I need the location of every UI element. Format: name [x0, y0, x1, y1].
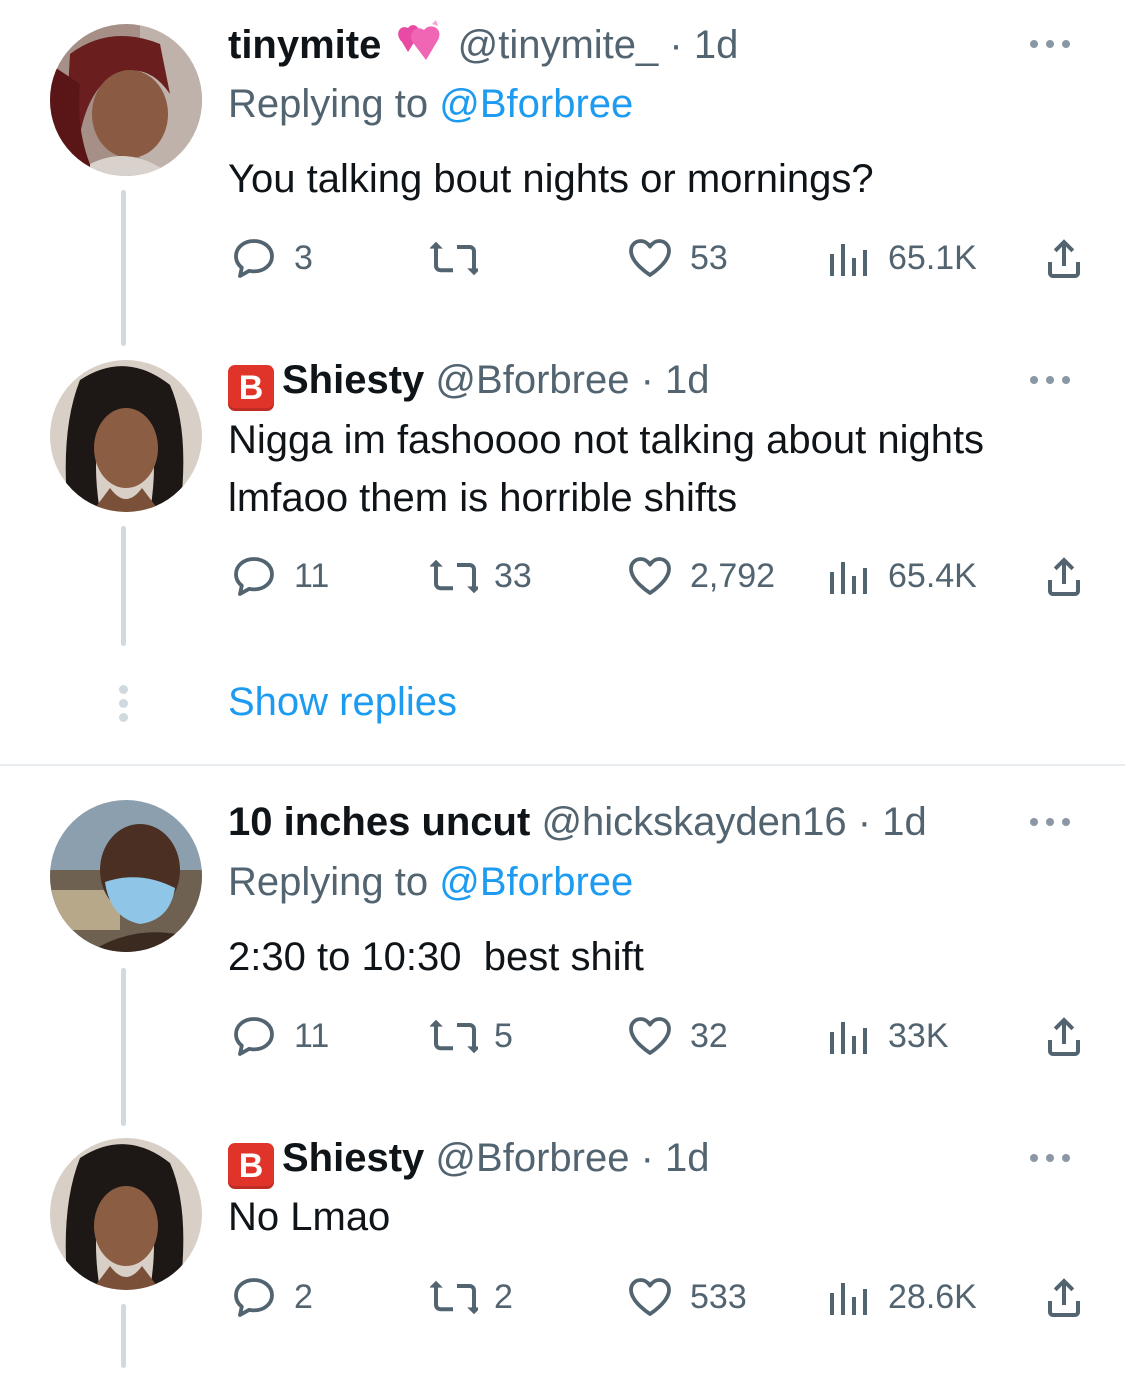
reply-icon: [234, 557, 274, 596]
share-button[interactable]: [1040, 1011, 1104, 1061]
more-options-icon[interactable]: [1030, 1151, 1074, 1163]
retweet-button[interactable]: 5: [430, 1011, 513, 1061]
retweet-count: 33: [494, 556, 532, 595]
divider: [0, 764, 1125, 766]
avatar[interactable]: [50, 360, 202, 512]
tweet-actions: 2 2 533 28.6K: [0, 1272, 1125, 1322]
heart-icon: [629, 557, 671, 595]
analytics-icon: [830, 1022, 867, 1054]
mention-link[interactable]: @Bforbree: [439, 82, 633, 126]
heart-icon: [629, 1278, 671, 1316]
analytics-icon: [830, 244, 867, 276]
retweet-icon: [430, 559, 478, 594]
reply-icon: [234, 1017, 274, 1056]
views-button[interactable]: 65.1K: [824, 233, 977, 283]
like-button[interactable]: 32: [626, 1011, 728, 1061]
views-button[interactable]: 65.4K: [824, 551, 977, 601]
tweet-text: No Lmao: [228, 1195, 391, 1239]
tweet-header: B Shiesty @Bforbree · 1d: [228, 1134, 710, 1189]
share-icon: [1048, 239, 1080, 278]
username[interactable]: @hickskayden16: [541, 800, 846, 844]
retweet-button[interactable]: [430, 233, 494, 283]
heart-emoji-icon: [392, 20, 446, 75]
heart-icon: [629, 1017, 671, 1055]
more-options-icon[interactable]: [1030, 373, 1074, 385]
tweet-text: You talking bout nights or mornings?: [228, 157, 874, 201]
b-badge-icon: B: [228, 1143, 274, 1189]
show-replies-link[interactable]: Show replies: [228, 680, 457, 725]
reply-button[interactable]: 3: [230, 233, 313, 283]
share-icon: [1048, 1017, 1080, 1056]
avatar[interactable]: [50, 24, 202, 176]
timestamp[interactable]: · 1d: [641, 1136, 710, 1180]
username[interactable]: @Bforbree: [435, 358, 629, 402]
username[interactable]: @tinymite_: [458, 23, 659, 67]
display-name[interactable]: tinymite: [228, 23, 381, 67]
mention-link[interactable]: @Bforbree: [439, 860, 633, 904]
tweet-text: Nigga im fashoooo not talking about nigh…: [228, 418, 985, 520]
retweet-icon: [430, 1019, 478, 1054]
tweet-actions: 3 53 65.1K: [0, 233, 1125, 283]
more-options-icon[interactable]: [1030, 815, 1074, 827]
analytics-icon: [830, 562, 867, 594]
b-badge-icon: B: [228, 365, 274, 411]
reply-icon: [234, 1278, 274, 1317]
display-name[interactable]: 10 inches uncut: [228, 800, 530, 844]
replying-to-label: Replying to: [228, 82, 440, 126]
tweet-header: tinymite @tinymite_ · 1d: [228, 20, 738, 75]
retweet-button[interactable]: 33: [430, 551, 532, 601]
tweet-header: 10 inches uncut @hickskayden16 · 1d: [228, 798, 927, 846]
view-count: 33K: [888, 1016, 949, 1055]
avatar[interactable]: [50, 800, 202, 952]
share-button[interactable]: [1040, 233, 1104, 283]
share-button[interactable]: [1040, 1272, 1104, 1322]
reply-count: 2: [294, 1277, 313, 1316]
like-button[interactable]: 533: [626, 1272, 747, 1322]
display-name[interactable]: Shiesty: [282, 1136, 424, 1180]
views-button[interactable]: 28.6K: [824, 1272, 977, 1322]
like-button[interactable]: 2,792: [626, 551, 775, 601]
replying-to-label: Replying to: [228, 860, 440, 904]
tweet-actions: 11 33 2,792 65.4K: [0, 551, 1125, 601]
view-count: 28.6K: [888, 1277, 977, 1316]
retweet-button[interactable]: 2: [430, 1272, 513, 1322]
share-icon: [1048, 557, 1080, 596]
like-count: 53: [690, 238, 728, 277]
retweet-count: 5: [494, 1016, 513, 1055]
tweet-actions: 11 5 32 33K: [0, 1011, 1125, 1061]
like-count: 533: [690, 1277, 747, 1316]
timestamp[interactable]: · 1d: [669, 23, 738, 67]
retweet-icon: [430, 1280, 478, 1315]
reply-count: 11: [294, 1016, 330, 1055]
share-button[interactable]: [1040, 551, 1104, 601]
reply-count: 11: [294, 556, 330, 595]
thread-dots-icon: [119, 685, 129, 727]
like-button[interactable]: 53: [626, 233, 728, 283]
like-count: 32: [690, 1016, 728, 1055]
like-count: 2,792: [690, 556, 776, 595]
view-count: 65.4K: [888, 556, 977, 595]
reply-button[interactable]: 2: [230, 1272, 313, 1322]
display-name[interactable]: Shiesty: [282, 358, 424, 402]
timestamp[interactable]: · 1d: [641, 358, 710, 402]
retweet-icon: [430, 241, 478, 276]
timestamp[interactable]: · 1d: [858, 800, 927, 844]
replying-to: Replying to @Bforbree: [228, 80, 633, 128]
reply-count: 3: [294, 238, 313, 277]
replying-to: Replying to @Bforbree: [228, 858, 633, 906]
reply-icon: [234, 239, 274, 278]
share-icon: [1048, 1278, 1080, 1317]
more-options-icon[interactable]: [1030, 37, 1074, 49]
views-button[interactable]: 33K: [824, 1011, 949, 1061]
tweet-text: 2:30 to 10:30 best shift: [228, 935, 644, 979]
analytics-icon: [830, 1283, 867, 1315]
reply-button[interactable]: 11: [230, 551, 329, 601]
tweet-header: B Shiesty @Bforbree · 1d: [228, 356, 710, 411]
reply-button[interactable]: 11: [230, 1011, 329, 1061]
username[interactable]: @Bforbree: [435, 1136, 629, 1180]
view-count: 65.1K: [888, 238, 977, 277]
heart-icon: [629, 239, 671, 277]
avatar[interactable]: [50, 1138, 202, 1290]
retweet-count: 2: [494, 1277, 513, 1316]
